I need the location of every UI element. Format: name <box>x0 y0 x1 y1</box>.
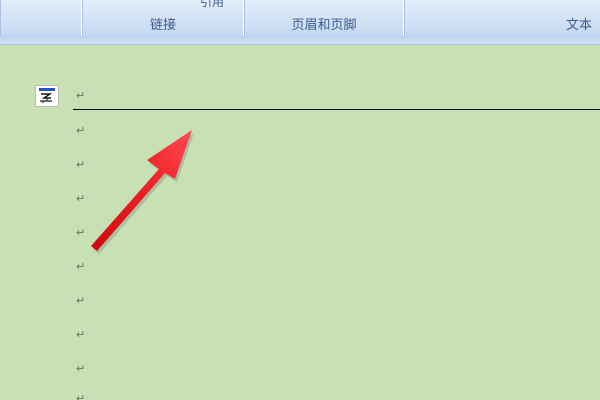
paragraph-mark: ↵ <box>76 392 86 400</box>
ribbon-group-links[interactable]: 引用 链接 <box>82 0 244 36</box>
paragraph-mark: ↵ <box>76 226 86 239</box>
paragraph-mark: ↵ <box>76 260 86 273</box>
ribbon-group-header-footer[interactable]: 页眉和页脚 <box>244 0 404 36</box>
paragraph-mark: ↵ <box>76 362 86 375</box>
paragraph-mark: ↵ <box>76 124 86 137</box>
ribbon-group-text[interactable]: 文本 <box>404 0 600 36</box>
ribbon-group-label-links: 链接 <box>149 18 176 33</box>
header-footer-icon[interactable] <box>35 85 59 107</box>
ribbon-group-label-text: 文本 <box>565 18 592 33</box>
header-separator-line <box>73 109 600 110</box>
ribbon-reference-button-label[interactable]: 引用 <box>200 0 224 10</box>
paragraph-mark: ↵ <box>76 192 86 205</box>
paragraph-mark-header: ↵ <box>76 89 86 102</box>
ribbon: 引用 链接 页眉和页脚 文本 <box>0 0 600 37</box>
ribbon-bottom-edge <box>0 36 600 45</box>
paragraph-mark: ↵ <box>76 294 86 307</box>
ribbon-group-1 <box>0 0 82 36</box>
ribbon-group-label-header-footer: 页眉和页脚 <box>291 18 357 33</box>
paragraph-mark: ↵ <box>76 328 86 341</box>
paragraph-mark: ↵ <box>76 158 86 171</box>
document-page[interactable]: ↵ ↵ ↵ ↵ ↵ ↵ ↵ ↵ ↵ ↵ <box>0 45 600 400</box>
word-window: 引用 链接 页眉和页脚 文本 ↵ ↵ ↵ ↵ ↵ ↵ ↵ ↵ ↵ ↵ <box>0 0 600 400</box>
